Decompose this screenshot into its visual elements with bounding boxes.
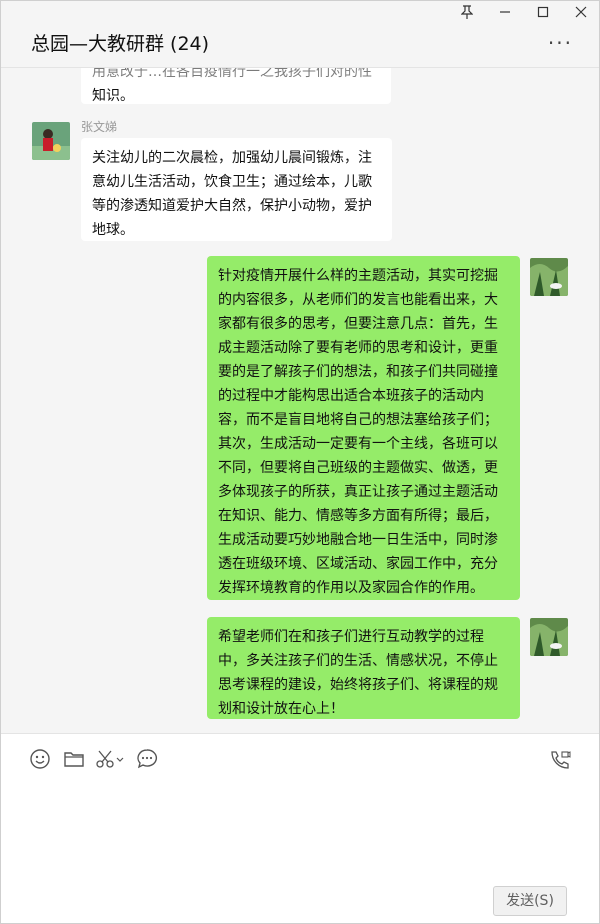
composer: 发送(S) [1, 733, 599, 923]
message-bubble-outgoing[interactable]: 针对疫情开展什么样的主题活动，其实可挖掘的内容很多，从老师们的发言也能看出来，大… [207, 256, 520, 600]
message-bubble-outgoing[interactable]: 希望老师们在和孩子们进行互动教学的过程中，多关注孩子们的生活、情感状况，不停止思… [207, 617, 520, 719]
message-bubble-incoming[interactable]: 用意改于…在各百疫情行一之我孩子们对的性保健 知识。 [81, 68, 391, 104]
pin-icon[interactable] [455, 5, 479, 25]
message-text: 针对疫情开展什么样的主题活动，其实可挖掘的内容很多，从老师们的发言也能看出来，大… [218, 268, 498, 596]
close-icon[interactable] [569, 5, 593, 25]
more-options-button[interactable]: ··· [548, 31, 573, 55]
sender-name: 张文娣 [81, 120, 118, 134]
chat-title: 总园—大教研群 (24) [31, 33, 210, 55]
send-button[interactable]: 发送(S) [493, 886, 567, 916]
chat-window: 总园—大教研群 (24) ··· 用意改于…在各百疫情行一之我孩子们对的性保健 … [0, 0, 600, 924]
self-avatar[interactable] [530, 258, 568, 296]
message-text: 关注幼儿的二次晨检，加强幼儿晨间锻炼，注意幼儿生活活动，饮食卫生；通过绘本，儿歌… [92, 150, 372, 238]
folder-icon[interactable] [63, 748, 85, 770]
message-bubble-incoming[interactable]: 关注幼儿的二次晨检，加强幼儿晨间锻炼，注意幼儿生活活动，饮食卫生；通过绘本，儿歌… [81, 138, 392, 241]
title-bar: 总园—大教研群 (24) ··· [1, 1, 599, 68]
message-text: 希望老师们在和孩子们进行互动教学的过程中，多关注孩子们的生活、情感状况，不停止思… [218, 629, 498, 717]
scissors-icon[interactable] [95, 748, 125, 770]
maximize-icon[interactable] [531, 5, 555, 25]
video-call-icon[interactable] [549, 748, 571, 770]
self-avatar[interactable] [530, 618, 568, 656]
message-text-cut: 用意改于…在各百疫情行一之我孩子们对的性保健 [92, 68, 372, 80]
minimize-icon[interactable] [493, 5, 517, 25]
emoji-icon[interactable] [29, 748, 51, 770]
message-text: 知识。 [92, 88, 134, 104]
message-list[interactable]: 用意改于…在各百疫情行一之我孩子们对的性保健 知识。 张文娣 关注幼儿的二次晨检… [1, 68, 599, 732]
avatar[interactable] [32, 122, 70, 160]
chat-history-icon[interactable] [136, 748, 158, 770]
